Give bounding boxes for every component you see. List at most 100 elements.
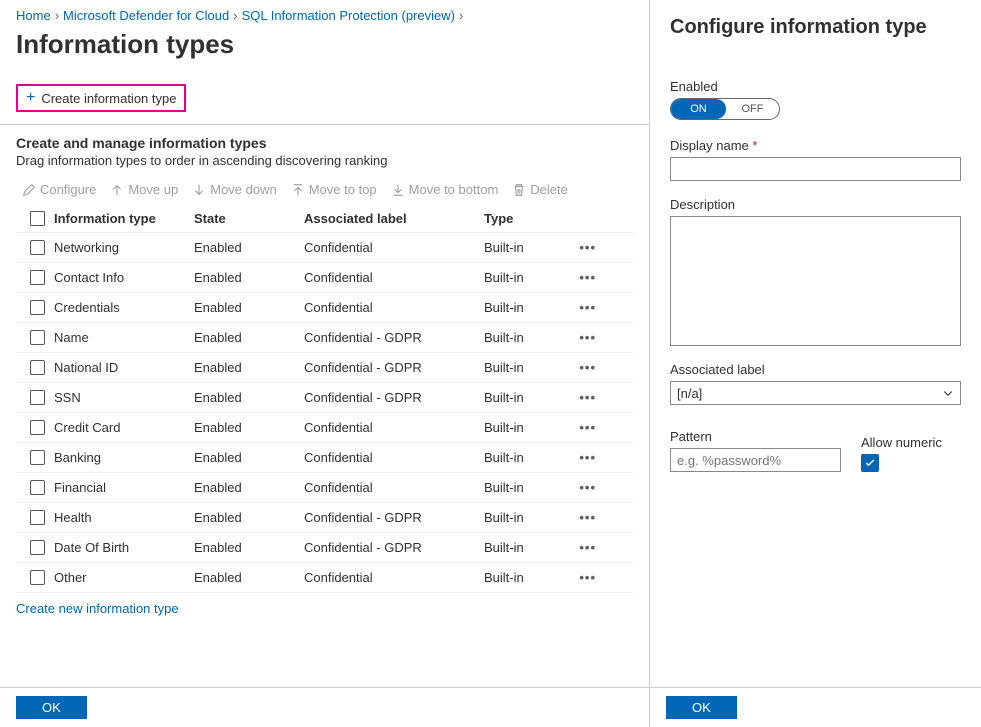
row-checkbox[interactable] <box>30 540 45 555</box>
row-more-icon[interactable]: ••• <box>579 390 596 405</box>
breadcrumb: Home › Microsoft Defender for Cloud › SQ… <box>16 8 633 23</box>
row-checkbox[interactable] <box>30 390 45 405</box>
row-name: Name <box>54 330 194 345</box>
row-state: Enabled <box>194 570 304 585</box>
table-row[interactable]: Contact InfoEnabledConfidentialBuilt-in•… <box>16 263 633 293</box>
information-types-table: Information type State Associated label … <box>16 205 633 593</box>
section-heading: Create and manage information types <box>16 135 633 151</box>
row-name: Banking <box>54 450 194 465</box>
plus-icon: + <box>26 90 35 106</box>
row-more-icon[interactable]: ••• <box>579 570 596 585</box>
row-state: Enabled <box>194 300 304 315</box>
row-state: Enabled <box>194 240 304 255</box>
row-more-icon[interactable]: ••• <box>579 540 596 555</box>
breadcrumb-home[interactable]: Home <box>16 8 51 23</box>
table-row[interactable]: NameEnabledConfidential - GDPRBuilt-in••… <box>16 323 633 353</box>
chevron-down-icon <box>942 387 954 399</box>
row-checkbox[interactable] <box>30 360 45 375</box>
table-row[interactable]: CredentialsEnabledConfidentialBuilt-in••… <box>16 293 633 323</box>
table-row[interactable]: National IDEnabledConfidential - GDPRBui… <box>16 353 633 383</box>
create-new-link[interactable]: Create new information type <box>16 601 633 616</box>
row-label: Confidential - GDPR <box>304 360 484 375</box>
table-row[interactable]: FinancialEnabledConfidentialBuilt-in••• <box>16 473 633 503</box>
ok-button-panel[interactable]: OK <box>666 696 737 719</box>
chevron-right-icon: › <box>459 8 463 23</box>
row-checkbox[interactable] <box>30 420 45 435</box>
breadcrumb-defender[interactable]: Microsoft Defender for Cloud <box>63 8 229 23</box>
display-name-input[interactable] <box>670 157 961 181</box>
row-name: Contact Info <box>54 270 194 285</box>
row-more-icon[interactable]: ••• <box>579 330 596 345</box>
row-checkbox[interactable] <box>30 570 45 585</box>
row-name: Date Of Birth <box>54 540 194 555</box>
toggle-on: ON <box>671 99 726 119</box>
row-state: Enabled <box>194 390 304 405</box>
row-checkbox[interactable] <box>30 330 45 345</box>
allow-numeric-checkbox[interactable] <box>861 454 879 472</box>
row-type: Built-in <box>484 360 564 375</box>
row-checkbox[interactable] <box>30 300 45 315</box>
row-label: Confidential <box>304 300 484 315</box>
row-state: Enabled <box>194 330 304 345</box>
delete-action[interactable]: Delete <box>512 182 568 197</box>
row-type: Built-in <box>484 270 564 285</box>
row-more-icon[interactable]: ••• <box>579 480 596 495</box>
row-type: Built-in <box>484 570 564 585</box>
enabled-label: Enabled <box>670 79 961 94</box>
create-label: Create information type <box>41 91 176 106</box>
row-more-icon[interactable]: ••• <box>579 510 596 525</box>
pattern-input[interactable] <box>670 448 841 472</box>
row-name: National ID <box>54 360 194 375</box>
create-information-type-button[interactable]: + Create information type <box>16 84 186 112</box>
move-to-bottom-action[interactable]: Move to bottom <box>391 182 499 197</box>
trash-icon <box>512 183 526 197</box>
row-checkbox[interactable] <box>30 450 45 465</box>
breadcrumb-sql-info[interactable]: SQL Information Protection (preview) <box>242 8 455 23</box>
associated-label-label: Associated label <box>670 362 961 377</box>
table-row[interactable]: Credit CardEnabledConfidentialBuilt-in••… <box>16 413 633 443</box>
select-all-checkbox[interactable] <box>30 211 45 226</box>
table-row[interactable]: HealthEnabledConfidential - GDPRBuilt-in… <box>16 503 633 533</box>
row-label: Confidential - GDPR <box>304 330 484 345</box>
column-header-name[interactable]: Information type <box>54 211 194 226</box>
row-type: Built-in <box>484 450 564 465</box>
row-more-icon[interactable]: ••• <box>579 270 596 285</box>
arrow-to-bottom-icon <box>391 183 405 197</box>
column-header-state[interactable]: State <box>194 211 304 226</box>
row-checkbox[interactable] <box>30 480 45 495</box>
row-state: Enabled <box>194 540 304 555</box>
row-more-icon[interactable]: ••• <box>579 420 596 435</box>
row-more-icon[interactable]: ••• <box>579 240 596 255</box>
required-asterisk: * <box>752 138 757 153</box>
row-type: Built-in <box>484 240 564 255</box>
row-more-icon[interactable]: ••• <box>579 450 596 465</box>
move-to-top-action[interactable]: Move to top <box>291 182 377 197</box>
table-row[interactable]: OtherEnabledConfidentialBuilt-in••• <box>16 563 633 593</box>
pattern-label: Pattern <box>670 429 841 444</box>
check-icon <box>864 457 876 469</box>
row-more-icon[interactable]: ••• <box>579 300 596 315</box>
row-checkbox[interactable] <box>30 510 45 525</box>
row-type: Built-in <box>484 480 564 495</box>
move-up-action[interactable]: Move up <box>110 182 178 197</box>
allow-numeric-label: Allow numeric <box>861 435 961 450</box>
row-name: Credit Card <box>54 420 194 435</box>
table-row[interactable]: BankingEnabledConfidentialBuilt-in••• <box>16 443 633 473</box>
table-row[interactable]: Date Of BirthEnabledConfidential - GDPRB… <box>16 533 633 563</box>
associated-label-select[interactable]: [n/a] <box>670 381 961 405</box>
table-row[interactable]: SSNEnabledConfidential - GDPRBuilt-in••• <box>16 383 633 413</box>
section-subtext: Drag information types to order in ascen… <box>16 153 633 168</box>
ok-button-main[interactable]: OK <box>16 696 87 719</box>
column-header-type[interactable]: Type <box>484 211 564 226</box>
column-header-label[interactable]: Associated label <box>304 211 484 226</box>
row-checkbox[interactable] <box>30 240 45 255</box>
description-input[interactable] <box>670 216 961 346</box>
row-state: Enabled <box>194 420 304 435</box>
configure-action[interactable]: Configure <box>22 182 96 197</box>
display-name-label: Display name * <box>670 138 961 153</box>
row-more-icon[interactable]: ••• <box>579 360 596 375</box>
enabled-toggle[interactable]: ON OFF <box>670 98 780 120</box>
table-row[interactable]: NetworkingEnabledConfidentialBuilt-in••• <box>16 233 633 263</box>
row-checkbox[interactable] <box>30 270 45 285</box>
move-down-action[interactable]: Move down <box>192 182 276 197</box>
